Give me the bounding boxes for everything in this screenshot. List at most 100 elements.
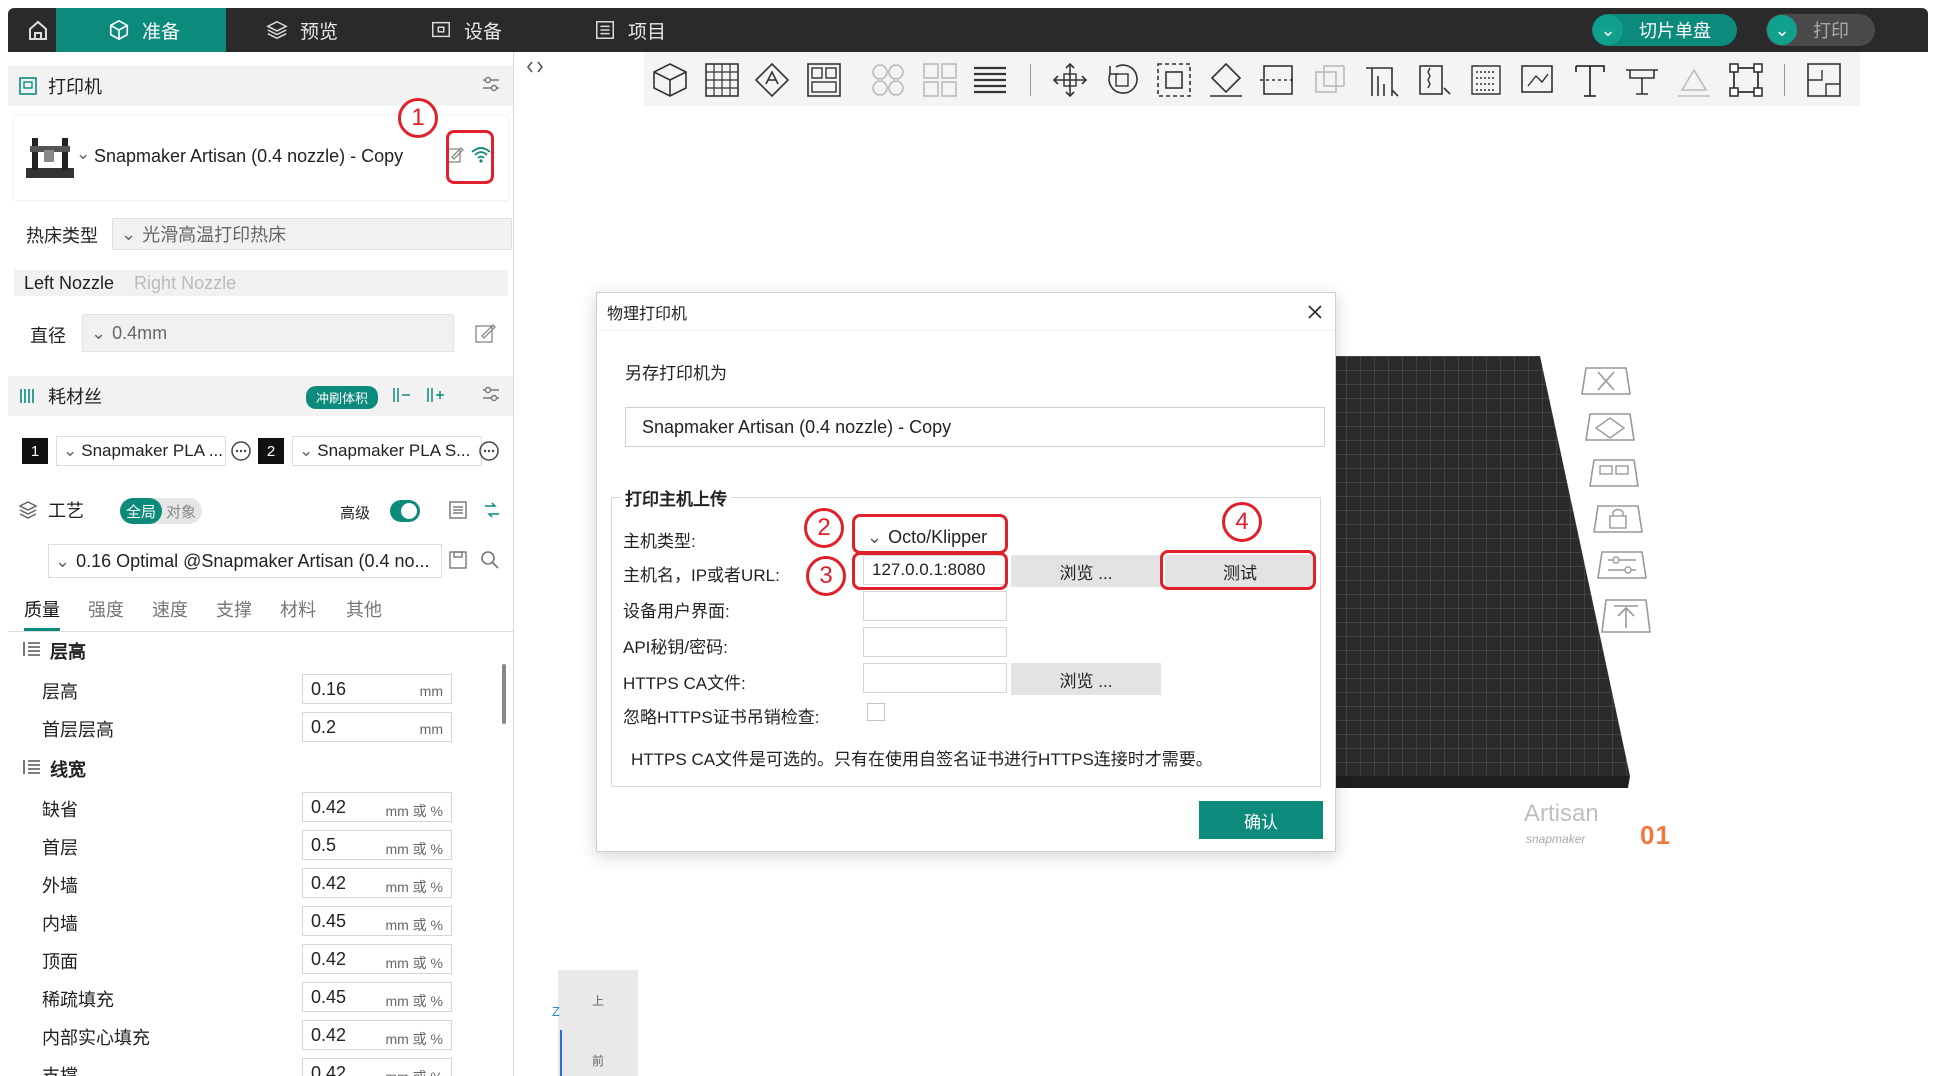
- lay-on-face-icon[interactable]: [1206, 60, 1246, 100]
- boolean-icon[interactable]: [1310, 60, 1350, 100]
- param-input[interactable]: 0.2 mm: [302, 712, 452, 742]
- printer-name[interactable]: Snapmaker Artisan (0.4 nozzle) - Copy: [94, 146, 403, 167]
- tab-quality[interactable]: 质量: [24, 596, 60, 631]
- tab-preview[interactable]: 预览: [266, 8, 338, 52]
- more-options-icon[interactable]: [230, 440, 252, 467]
- orient-plate-icon[interactable]: [1584, 410, 1636, 444]
- scrollbar[interactable]: [502, 664, 506, 724]
- settings-icon[interactable]: [480, 73, 502, 100]
- list-icon[interactable]: [448, 500, 468, 525]
- tab-speed[interactable]: 速度: [152, 596, 188, 622]
- view-top-label[interactable]: 上: [592, 992, 604, 1009]
- global-object-toggle[interactable]: 全局 对象: [120, 498, 202, 524]
- text-icon[interactable]: [1570, 60, 1610, 100]
- bed-type-select[interactable]: ⌄ 光滑高温打印热床: [112, 218, 512, 250]
- tab-strength[interactable]: 强度: [88, 596, 124, 622]
- remove-filament-icon[interactable]: [390, 384, 412, 411]
- support-paint-icon[interactable]: [1362, 60, 1402, 100]
- chevron-down-icon[interactable]: ⌄: [1767, 15, 1797, 45]
- param-input[interactable]: 0.42 mm 或 %: [302, 792, 452, 822]
- plate-settings-icon[interactable]: [1596, 548, 1648, 582]
- object-option[interactable]: 对象: [166, 501, 196, 522]
- param-input[interactable]: 0.42 mm 或 %: [302, 868, 452, 898]
- move-icon[interactable]: [1050, 60, 1090, 100]
- tab-material[interactable]: 材料: [280, 596, 316, 622]
- cube-icon: [109, 19, 129, 41]
- toolbar-divider: [1784, 64, 1785, 96]
- confirm-button[interactable]: 确认: [1199, 801, 1323, 839]
- advanced-switch[interactable]: [390, 500, 420, 522]
- search-icon[interactable]: [480, 550, 500, 575]
- lock-plate-icon[interactable]: [1592, 502, 1644, 536]
- filament-select-1[interactable]: ⌄ Snapmaker PLA ...: [56, 436, 226, 466]
- seam-paint-icon[interactable]: [1414, 60, 1454, 100]
- more-options-icon[interactable]: [478, 440, 500, 467]
- chevron-down-icon[interactable]: ⌄: [1593, 15, 1623, 45]
- add-filament-icon[interactable]: [424, 384, 446, 411]
- param-input[interactable]: 0.45 mm 或 %: [302, 906, 452, 936]
- diameter-select[interactable]: ⌄ 0.4mm: [82, 314, 454, 352]
- settings-icon[interactable]: [480, 383, 502, 410]
- param-input[interactable]: 0.16 mm: [302, 674, 452, 704]
- device-ui-input[interactable]: [863, 591, 1007, 621]
- filament-select-2[interactable]: ⌄ Snapmaker PLA S...: [292, 436, 482, 466]
- browse-button[interactable]: 浏览 ...: [1011, 555, 1161, 587]
- add-model-icon[interactable]: [650, 60, 690, 100]
- annotation-highlight-2: [852, 514, 1008, 554]
- tab-device[interactable]: 设备: [430, 8, 502, 52]
- dialog-title: 物理打印机: [607, 305, 688, 323]
- home-icon[interactable]: [16, 14, 60, 46]
- tab-other[interactable]: 其他: [346, 596, 382, 622]
- layers-editing-icon[interactable]: [970, 60, 1010, 100]
- add-plate-icon[interactable]: [702, 60, 742, 100]
- measure-icon[interactable]: [1518, 60, 1558, 100]
- param-input[interactable]: 0.42 mm 或 %: [302, 1058, 452, 1076]
- variable-layer-icon[interactable]: [1804, 60, 1844, 100]
- tab-prepare[interactable]: 准备: [56, 8, 226, 52]
- drop-to-bed-icon[interactable]: [1674, 60, 1714, 100]
- param-input[interactable]: 0.45 mm 或 %: [302, 982, 452, 1012]
- view-cube[interactable]: 上 前: [558, 970, 638, 1076]
- chevron-down-icon[interactable]: ⌄: [76, 144, 90, 164]
- edit-icon[interactable]: [474, 322, 496, 349]
- view-front-label[interactable]: 前: [592, 1052, 604, 1069]
- close-icon[interactable]: [1305, 302, 1325, 322]
- printer-name-input[interactable]: Snapmaker Artisan (0.4 nozzle) - Copy: [625, 407, 1325, 447]
- param-input[interactable]: 0.42 mm 或 %: [302, 1020, 452, 1050]
- collapse-sidebar-icon[interactable]: [522, 54, 548, 80]
- tab-support[interactable]: 支撑: [216, 596, 252, 622]
- save-icon[interactable]: [448, 550, 468, 575]
- plate-settings-icon[interactable]: [1726, 60, 1766, 100]
- tab-right-nozzle[interactable]: Right Nozzle: [124, 273, 246, 294]
- cut-icon[interactable]: [1258, 60, 1298, 100]
- param-input[interactable]: 0.42 mm 或 %: [302, 944, 452, 974]
- ignore-revocation-checkbox[interactable]: [867, 703, 885, 721]
- print-button[interactable]: ⌄ 打印: [1766, 14, 1875, 46]
- arrange-icon[interactable]: [804, 60, 844, 100]
- flush-volume-button[interactable]: 冲刷体积: [306, 386, 379, 409]
- delete-plate-icon[interactable]: [1580, 364, 1632, 398]
- scale-icon[interactable]: [1154, 60, 1194, 100]
- move-plate-up-icon[interactable]: [1600, 596, 1652, 633]
- process-preset-select[interactable]: ⌄ 0.16 Optimal @Snapmaker Artisan (0.4 no…: [48, 544, 442, 578]
- rotate-icon[interactable]: [1102, 60, 1142, 100]
- auto-orient-icon[interactable]: [752, 60, 792, 100]
- assembly-icon[interactable]: [1622, 60, 1662, 100]
- slice-plate-button[interactable]: ⌄ 切片单盘: [1592, 14, 1737, 46]
- fuzzy-skin-icon[interactable]: [1466, 60, 1506, 100]
- arrange-plate-icon[interactable]: [1588, 456, 1640, 490]
- api-key-input[interactable]: [863, 627, 1007, 657]
- param-label: 支撑: [42, 1066, 78, 1076]
- compare-icon[interactable]: [482, 500, 502, 525]
- ca-browse-button[interactable]: 浏览 ...: [1011, 663, 1161, 695]
- toolbar-divider: [1030, 64, 1031, 96]
- split-objects-icon[interactable]: [868, 60, 908, 100]
- split-parts-icon[interactable]: [920, 60, 960, 100]
- save-as-label: 另存打印机为: [625, 364, 727, 383]
- param-input[interactable]: 0.5 mm 或 %: [302, 830, 452, 860]
- tab-left-nozzle[interactable]: Left Nozzle: [14, 273, 124, 294]
- ca-file-input[interactable]: [863, 663, 1007, 693]
- global-option[interactable]: 全局: [120, 498, 162, 524]
- tab-project[interactable]: 项目: [594, 8, 666, 52]
- ignore-revocation-label: 忽略HTTPS证书吊销检查:: [623, 708, 820, 727]
